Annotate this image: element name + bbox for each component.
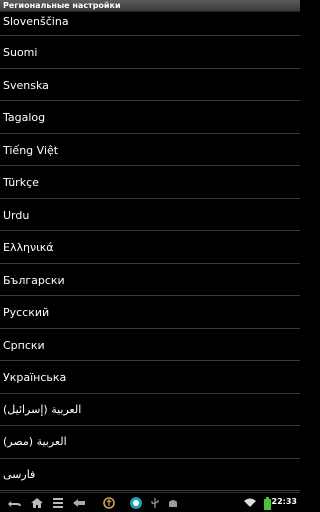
list-item[interactable]: Ελληνικά [0,231,300,264]
language-label: Suomi [3,46,38,59]
language-label: Urdu [3,209,30,222]
android-icon [166,496,180,510]
window-title: Региональные настройки [3,1,121,10]
language-label: Српски [3,339,45,352]
list-item[interactable]: Svenska [0,69,300,101]
list-item[interactable]: العربية (مصر) [0,426,300,459]
menu-icon[interactable] [70,496,88,510]
clock: 22:33 [271,497,297,506]
list-item[interactable]: العربية (إسرائيل) [0,394,300,426]
list-item[interactable]: Српски [0,329,300,361]
language-label: العربية (إسرائيل) [3,403,82,416]
back-icon[interactable] [6,496,24,510]
title-bar: Региональные настройки [0,0,300,12]
language-label: Українська [3,371,67,384]
list-item[interactable]: Русский [0,296,300,329]
language-label: فارسی [3,468,36,481]
language-label: Русский [3,306,50,319]
list-item[interactable]: Tagalog [0,101,300,134]
wifi-icon [243,496,257,510]
language-label: Svenska [3,79,49,92]
language-label: Tiếng Việt [3,144,59,157]
notification-icon[interactable] [128,496,144,510]
list-item[interactable]: Slovenščina [0,12,300,36]
list-item[interactable]: فارسی [0,459,300,491]
language-label: Türkçe [3,176,39,189]
language-label: Български [3,274,65,287]
list-item[interactable]: Türkçe [0,166,300,199]
battery-icon [262,496,272,510]
list-item[interactable]: Български [0,264,300,296]
language-list[interactable]: Slovenščina Suomi Svenska Tagalog Tiếng … [0,12,300,492]
list-item[interactable]: Tiếng Việt [0,134,300,166]
list-item[interactable]: Suomi [0,36,300,69]
recent-apps-icon[interactable] [50,496,68,510]
list-item[interactable]: Українська [0,361,300,394]
home-icon[interactable] [28,496,46,510]
language-label: العربية (مصر) [3,435,67,448]
language-label: Slovenščina [3,15,69,28]
usb-icon [148,496,162,510]
language-label: Ελληνικά [3,241,54,254]
system-bar: 22:33 [0,492,300,512]
usb-debug-icon[interactable] [100,496,118,510]
list-item[interactable]: Urdu [0,199,300,231]
language-label: Tagalog [3,111,46,124]
